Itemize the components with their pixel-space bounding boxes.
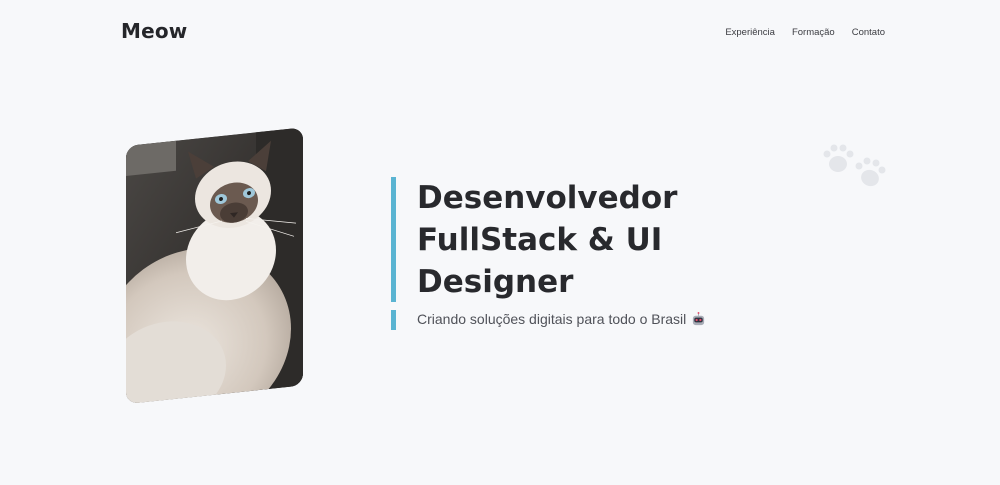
hero-subtitle: Criando soluções digitais para todo o Br… xyxy=(417,311,706,327)
robot-icon xyxy=(693,311,705,325)
headline-line-1: Desenvolvedor xyxy=(417,180,678,216)
nav-contato[interactable]: Contato xyxy=(852,27,885,38)
nav-formacao[interactable]: Formação xyxy=(792,27,835,38)
headline-line-3: Designer xyxy=(417,264,574,300)
nav-experiencia[interactable]: Experiência xyxy=(725,27,775,38)
subtitle-text: Criando soluções digitais para todo o Br… xyxy=(417,311,687,327)
headline-accent-bar xyxy=(391,177,396,302)
paw-prints-icon xyxy=(823,144,886,187)
brand-logo[interactable]: Meow xyxy=(121,19,187,43)
cat-photo xyxy=(126,127,303,405)
headline-line-2: FullStack & UI xyxy=(417,222,663,258)
main-nav: Experiência Formação Contato xyxy=(725,27,885,38)
hero-headline: Desenvolvedor FullStack & UI Designer xyxy=(417,177,737,303)
subtitle-accent-bar xyxy=(391,310,396,330)
